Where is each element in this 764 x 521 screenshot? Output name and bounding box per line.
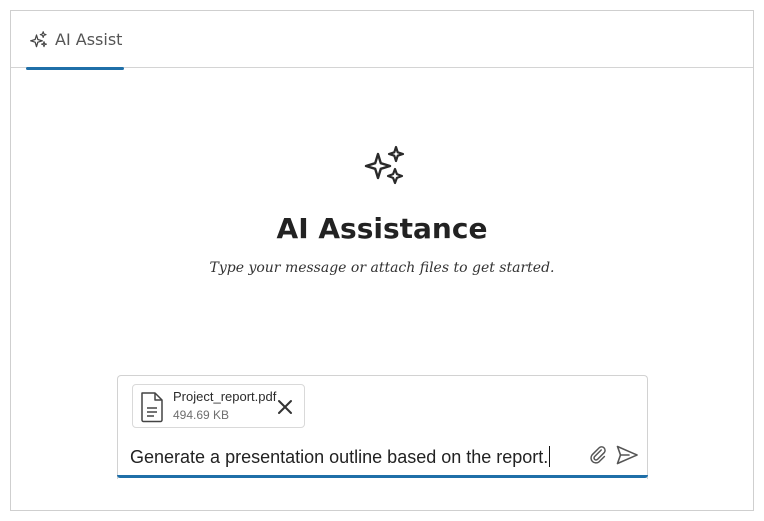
file-icon bbox=[141, 392, 163, 423]
message-composer: Project_report.pdf 494.69 KB Generate a … bbox=[117, 375, 648, 479]
paperclip-icon[interactable] bbox=[587, 444, 609, 466]
tab-label: AI Assist bbox=[55, 30, 123, 49]
message-input[interactable]: Generate a presentation outline based on… bbox=[130, 446, 551, 468]
attachment-size: 494.69 KB bbox=[173, 408, 230, 422]
input-focus-underline bbox=[117, 475, 648, 478]
sparkle-icon bbox=[364, 145, 405, 185]
tab-bar: AI Assist bbox=[11, 11, 753, 70]
page-subtitle: Type your message or attach files to get… bbox=[209, 260, 555, 276]
text-caret bbox=[549, 446, 551, 467]
send-icon[interactable] bbox=[615, 444, 639, 466]
attachment-name: Project_report.pdf bbox=[173, 389, 277, 404]
page-title: AI Assistance bbox=[276, 212, 488, 245]
close-icon[interactable] bbox=[273, 395, 297, 419]
message-input-value: Generate a presentation outline based on… bbox=[130, 447, 549, 467]
active-tab-indicator bbox=[26, 67, 124, 70]
sparkle-icon bbox=[30, 30, 48, 47]
ai-assist-panel: AI Assist AI Assistance Type your messag… bbox=[10, 10, 754, 511]
tab-ai-assist[interactable]: AI Assist bbox=[26, 11, 124, 70]
attachment-chip: Project_report.pdf 494.69 KB bbox=[132, 384, 305, 428]
